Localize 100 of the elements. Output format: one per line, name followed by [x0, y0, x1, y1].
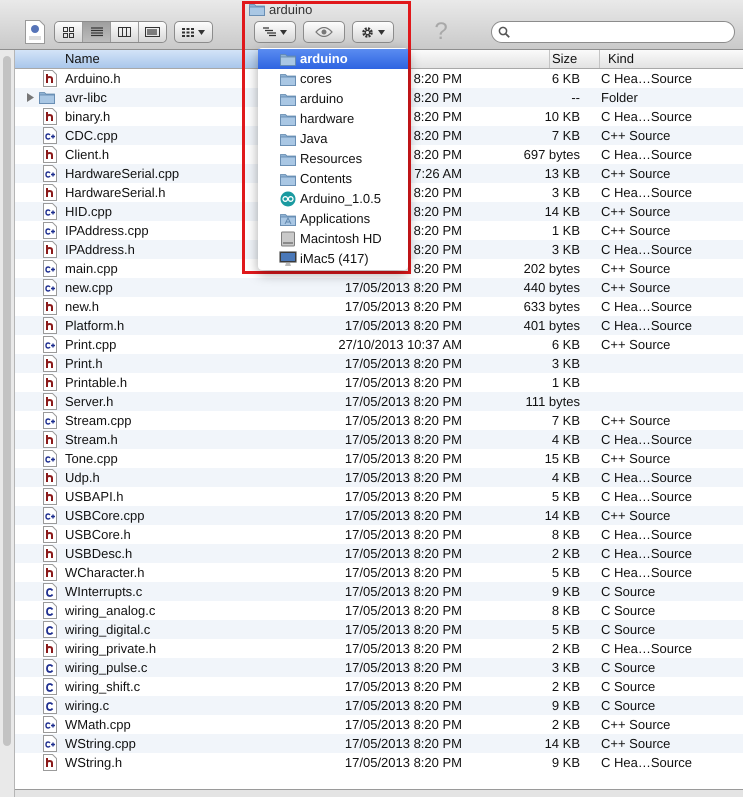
- date-modified: 17/05/2013 8:20 PM: [344, 298, 462, 314]
- file-name: avr-libc: [65, 90, 107, 105]
- file-name: WMath.cpp: [65, 716, 131, 732]
- file-kind: C Hea…Source: [601, 70, 692, 88]
- file-name: HardwareSerial.cpp: [65, 166, 180, 181]
- file-name: IPAddress.h: [65, 242, 135, 257]
- file-kind: C++ Source: [601, 202, 670, 221]
- date-modified: 17/05/2013 8:20 PM: [344, 508, 462, 523]
- date-modified: 17/05/2013 8:20 PM: [344, 716, 462, 732]
- file-kind: C Hea…Source: [601, 108, 692, 126]
- date-modified: 17/05/2013 8:20 PM: [344, 602, 462, 618]
- file-kind: C++ Source: [601, 222, 670, 240]
- file-kind: C Hea…Source: [601, 640, 692, 658]
- file-name: Platform.h: [65, 318, 124, 333]
- date-modified: 17/05/2013 8:20 PM: [344, 470, 462, 485]
- date-modified: 17/05/2013 8:20 PM: [344, 640, 462, 656]
- file-kind: C++ Source: [601, 734, 670, 753]
- date-modified: 8:20 PM: [414, 146, 462, 162]
- date-modified: 17/05/2013 8:20 PM: [344, 280, 462, 295]
- file-size: 697 bytes: [524, 146, 580, 162]
- file-name: USBCore.h: [65, 526, 131, 542]
- file-name: HID.cpp: [65, 204, 112, 219]
- date-modified: 8:20 PM: [414, 184, 462, 200]
- file-size: 14 KB: [544, 508, 580, 523]
- date-modified: 17/05/2013 8:20 PM: [344, 698, 462, 713]
- date-modified: 17/05/2013 8:20 PM: [344, 412, 462, 428]
- file-size: 4 KB: [552, 432, 580, 447]
- file-name: Server.h: [65, 394, 114, 409]
- file-kind: Folder: [601, 88, 638, 107]
- file-size: 15 KB: [544, 450, 580, 466]
- date-modified: 8:20 PM: [414, 90, 462, 105]
- file-kind: C++ Source: [601, 336, 670, 354]
- file-size: 1 KB: [552, 374, 580, 390]
- file-size: 2 KB: [552, 678, 580, 694]
- date-modified: 17/05/2013 8:20 PM: [344, 584, 462, 599]
- file-kind: C Hea…Source: [601, 316, 692, 335]
- file-kind: C Source: [601, 678, 656, 696]
- file-kind: C++ Source: [601, 506, 670, 525]
- file-name: WInterrupts.c: [65, 584, 142, 599]
- file-size: 3 KB: [552, 660, 580, 675]
- file-kind: C Hea…Source: [601, 564, 692, 582]
- file-size: 13 KB: [544, 166, 580, 181]
- file-kind: C++ Source: [601, 260, 670, 278]
- file-name: Stream.h: [65, 432, 118, 447]
- date-modified: 17/05/2013 8:20 PM: [344, 546, 462, 561]
- file-kind: C Source: [601, 620, 656, 639]
- date-modified: 17/05/2013 8:20 PM: [344, 526, 462, 542]
- file-kind: C Source: [601, 582, 656, 601]
- file-size: 3 KB: [552, 242, 580, 257]
- file-size: --: [571, 90, 580, 105]
- file-kind: C Source: [601, 696, 656, 715]
- file-kind: C++ Source: [601, 278, 670, 297]
- file-kind: C Hea…Source: [601, 184, 692, 202]
- file-size: 202 bytes: [524, 260, 580, 276]
- file-size: 8 KB: [552, 602, 580, 618]
- window-title: arduino: [269, 2, 312, 17]
- file-size: 3 KB: [552, 184, 580, 200]
- file-name: Client.h: [65, 146, 110, 162]
- date-modified: 17/05/2013 8:20 PM: [344, 450, 462, 466]
- file-name: WString.cpp: [65, 736, 136, 751]
- file-name: Udp.h: [65, 470, 100, 485]
- file-kind: C Hea…Source: [601, 240, 692, 259]
- file-name: Printable.h: [65, 374, 128, 390]
- file-size: 2 KB: [552, 716, 580, 732]
- date-modified: 17/05/2013 8:20 PM: [344, 432, 462, 447]
- file-kind: C Hea…Source: [601, 298, 692, 316]
- file-size: 9 KB: [552, 698, 580, 713]
- file-name: CDC.cpp: [65, 128, 118, 143]
- file-size: 2 KB: [552, 546, 580, 561]
- date-modified: 17/05/2013 8:20 PM: [344, 318, 462, 333]
- file-kind: C++ Source: [601, 412, 670, 430]
- file-name: USBCore.cpp: [65, 508, 144, 523]
- file-size: 111 bytes: [526, 394, 580, 409]
- file-size: 9 KB: [552, 754, 580, 770]
- file-name: WCharacter.h: [65, 564, 144, 580]
- file-kind: C++ Source: [601, 450, 670, 468]
- file-kind: C++ Source: [601, 716, 670, 734]
- file-size: 5 KB: [552, 622, 580, 637]
- date-modified: 17/05/2013 8:20 PM: [344, 622, 462, 637]
- date-modified: 8:20 PM: [414, 222, 462, 238]
- file-kind: C Hea…Source: [601, 526, 692, 544]
- date-modified: 7:26 AM: [414, 166, 462, 181]
- date-modified: 8:20 PM: [414, 204, 462, 219]
- file-kind: C Hea…Source: [601, 544, 692, 563]
- file-size: 14 KB: [544, 204, 580, 219]
- file-name: IPAddress.cpp: [65, 222, 149, 238]
- file-size: 2 KB: [552, 640, 580, 656]
- file-kind: C Hea…Source: [601, 146, 692, 164]
- date-modified: 17/05/2013 8:20 PM: [344, 356, 462, 371]
- file-name: Print.h: [65, 356, 103, 371]
- file-size: 3 KB: [552, 356, 580, 371]
- file-name: wiring_shift.c: [65, 678, 140, 694]
- date-modified: 17/05/2013 8:20 PM: [344, 678, 462, 694]
- file-size: 7 KB: [552, 412, 580, 428]
- file-name: Stream.cpp: [65, 412, 132, 428]
- file-size: 7 KB: [552, 128, 580, 143]
- file-kind: C Hea…Source: [601, 488, 692, 506]
- date-modified: 27/10/2013 10:37 AM: [338, 336, 462, 352]
- date-modified: 17/05/2013 8:20 PM: [344, 754, 462, 770]
- file-size: 6 KB: [552, 336, 580, 352]
